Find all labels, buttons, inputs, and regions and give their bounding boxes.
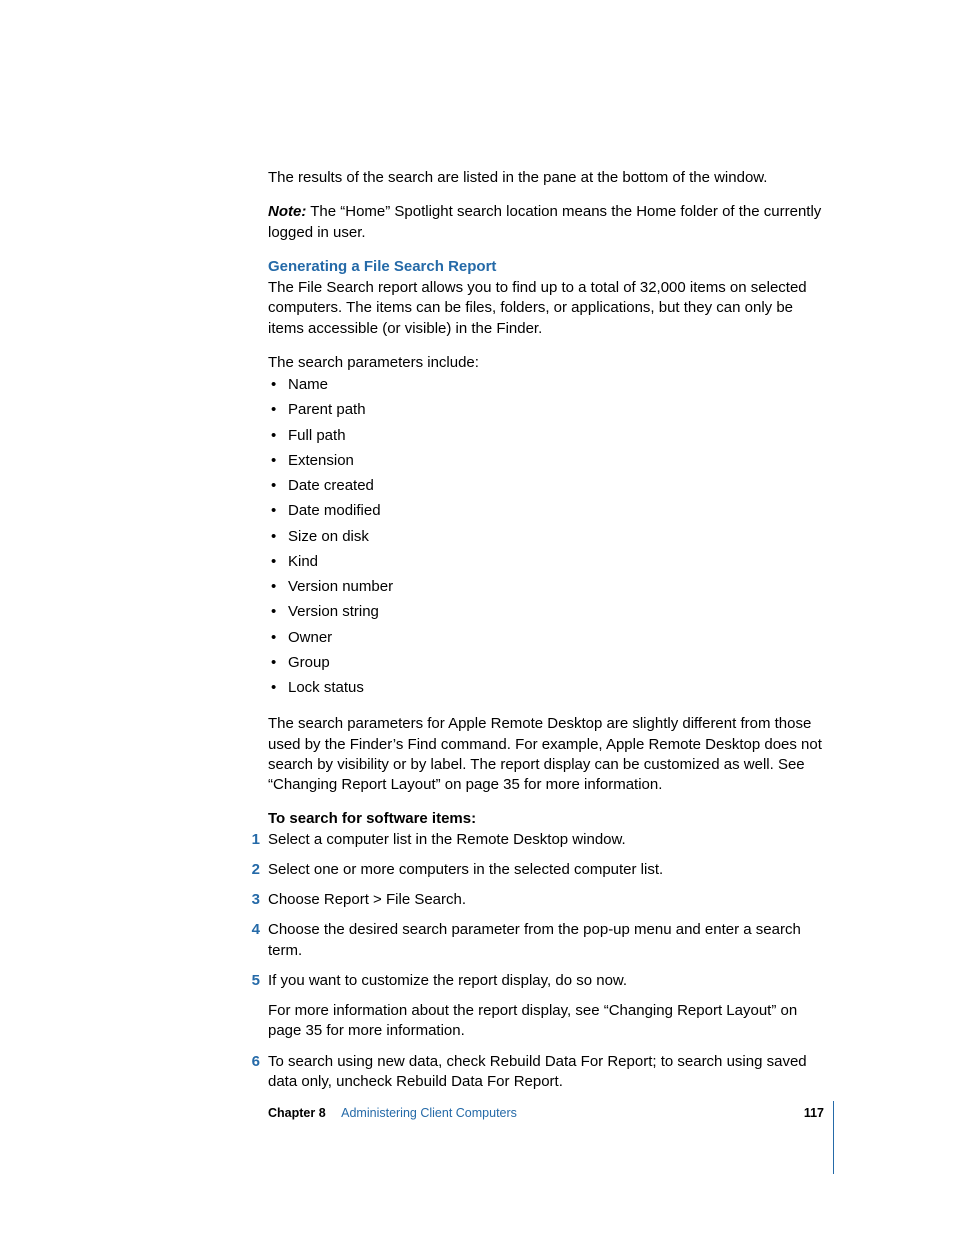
list-item: Version number <box>268 577 824 597</box>
paragraph-note: Note: The “Home” Spotlight search locati… <box>268 202 824 243</box>
paragraph-params-intro: The search parameters include: <box>268 353 824 373</box>
list-item: Group <box>268 653 824 673</box>
section-heading: Generating a File Search Report <box>268 257 824 277</box>
list-item: Full path <box>268 426 824 446</box>
footer-page-number: 117 <box>804 1106 824 1120</box>
list-item: Kind <box>268 552 824 572</box>
numbered-list-steps: Select a computer list in the Remote Des… <box>268 830 824 1093</box>
step-text: Choose Report > File Search. <box>268 891 466 908</box>
subheading-steps: To search for software items: <box>268 809 824 829</box>
footer-left: Chapter 8 Administering Client Computers <box>268 1106 517 1120</box>
step-item: To search using new data, check Rebuild … <box>244 1052 824 1093</box>
page-content: The results of the search are listed in … <box>0 0 954 1092</box>
footer-chapter: Chapter 8 <box>268 1106 326 1120</box>
paragraph-filesearch-intro: The File Search report allows you to fin… <box>268 278 824 339</box>
list-item: Extension <box>268 451 824 471</box>
footer-title: Administering Client Computers <box>341 1106 517 1120</box>
step-text: Select one or more computers in the sele… <box>268 861 663 878</box>
list-item: Date modified <box>268 501 824 521</box>
step-item: Select a computer list in the Remote Des… <box>244 830 824 850</box>
paragraph-results: The results of the search are listed in … <box>268 168 824 188</box>
step-item: Choose the desired search parameter from… <box>244 920 824 961</box>
step-text: Choose the desired search parameter from… <box>268 921 801 958</box>
step-text: If you want to customize the report disp… <box>268 972 627 989</box>
step-subtext: For more information about the report di… <box>268 1001 824 1042</box>
step-item: If you want to customize the report disp… <box>244 971 824 1042</box>
paragraph-params-diff: The search parameters for Apple Remote D… <box>268 714 824 795</box>
footer-vertical-rule <box>833 1101 835 1174</box>
list-item: Parent path <box>268 400 824 420</box>
note-text: The “Home” Spotlight search location mea… <box>268 203 821 240</box>
step-text: To search using new data, check Rebuild … <box>268 1053 807 1090</box>
list-item: Version string <box>268 602 824 622</box>
list-item: Lock status <box>268 678 824 698</box>
list-item: Date created <box>268 476 824 496</box>
step-text: Select a computer list in the Remote Des… <box>268 831 626 848</box>
step-item: Choose Report > File Search. <box>244 890 824 910</box>
list-item: Size on disk <box>268 527 824 547</box>
bullet-list-params: Name Parent path Full path Extension Dat… <box>268 375 824 698</box>
list-item: Name <box>268 375 824 395</box>
step-item: Select one or more computers in the sele… <box>244 860 824 880</box>
note-label: Note: <box>268 203 306 220</box>
page-footer: Chapter 8 Administering Client Computers… <box>268 1106 824 1120</box>
list-item: Owner <box>268 628 824 648</box>
